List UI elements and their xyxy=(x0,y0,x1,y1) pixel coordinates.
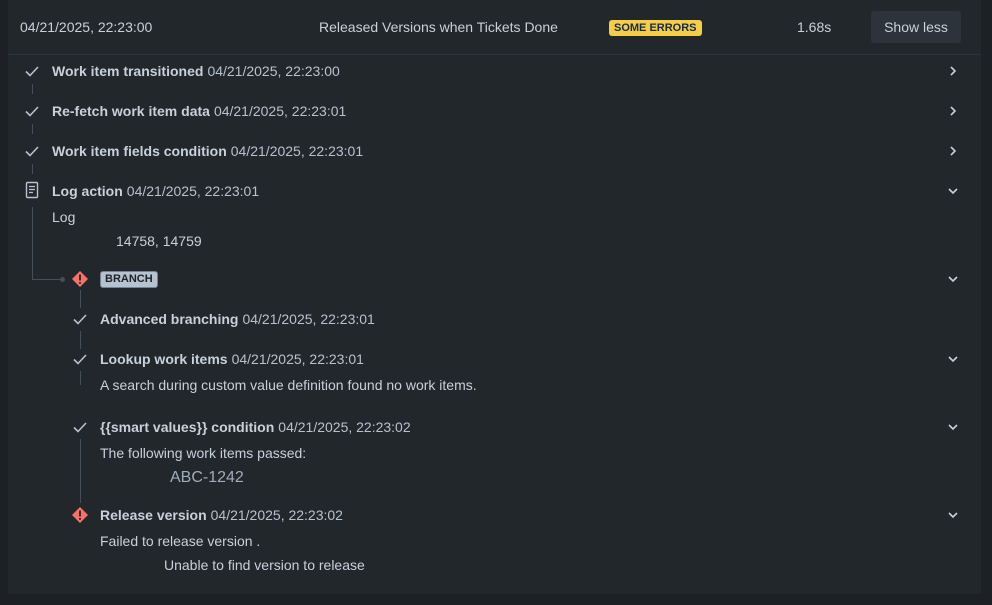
chevron-right-icon[interactable] xyxy=(947,145,959,157)
audit-log-header[interactable]: 04/21/2025, 22:23:00 Released Versions w… xyxy=(8,0,981,55)
step-name: Work item fields condition xyxy=(52,143,227,159)
connector-line xyxy=(80,331,81,349)
check-icon xyxy=(73,314,87,325)
step-title: Lookup work items 04/21/2025, 22:23:01 xyxy=(100,351,364,367)
document-icon xyxy=(25,181,39,199)
step-name: Release version xyxy=(100,507,207,523)
chevron-down-icon[interactable] xyxy=(947,185,959,197)
error-icon xyxy=(72,271,88,287)
step-time: 04/21/2025, 22:23:01 xyxy=(230,143,364,159)
step-message: Failed to release version . xyxy=(100,533,261,549)
step-message: The following work items passed: xyxy=(100,445,307,461)
step-time: 04/21/2025, 22:23:01 xyxy=(126,183,260,199)
step-time: 04/21/2025, 22:23:01 xyxy=(242,311,375,327)
rule-name: Released Versions when Tickets Done xyxy=(319,19,558,35)
step-time: 04/21/2025, 22:23:01 xyxy=(231,351,364,367)
check-icon xyxy=(25,106,39,117)
connector-line xyxy=(80,290,81,308)
step-time: 04/21/2025, 22:23:00 xyxy=(207,63,340,79)
step-name: {{smart values}} condition xyxy=(100,419,275,435)
chevron-right-icon[interactable] xyxy=(947,65,959,77)
step-title: Re-fetch work item data 04/21/2025, 22:23… xyxy=(52,103,346,119)
step-title: Work item fields condition 04/21/2025, 22… xyxy=(52,143,363,159)
check-icon xyxy=(25,66,39,77)
step-name: Work item transitioned xyxy=(52,63,204,79)
chevron-down-icon[interactable] xyxy=(947,353,959,365)
check-icon xyxy=(73,422,87,433)
step-time: 04/21/2025, 22:23:02 xyxy=(278,419,411,435)
audit-log-panel: 04/21/2025, 22:23:00 Released Versions w… xyxy=(8,0,981,594)
chevron-down-icon[interactable] xyxy=(947,421,959,433)
check-icon xyxy=(73,354,87,365)
step-title: Advanced branching 04/21/2025, 22:23:01 xyxy=(100,311,375,327)
error-icon xyxy=(72,507,88,523)
step-title: Log action 04/21/2025, 22:23:01 xyxy=(52,183,259,199)
show-less-button[interactable]: Show less xyxy=(871,11,961,43)
connector-line xyxy=(32,164,33,174)
step-time: 04/21/2025, 22:23:01 xyxy=(213,103,347,119)
connector-line xyxy=(80,371,81,385)
step-title: {{smart values}} condition 04/21/2025, 22… xyxy=(100,419,411,435)
step-name: Advanced branching xyxy=(100,311,239,327)
step-time: 04/21/2025, 22:23:02 xyxy=(210,507,343,523)
connector-line xyxy=(32,279,62,280)
execution-date: 04/21/2025, 22:23:00 xyxy=(20,19,153,35)
chevron-down-icon[interactable] xyxy=(947,273,959,285)
chevron-down-icon[interactable] xyxy=(947,509,959,521)
branch-badge: BRANCH xyxy=(100,271,158,288)
step-error-detail: Unable to find version to release xyxy=(164,557,365,573)
step-name: Lookup work items xyxy=(100,351,228,367)
step-message: A search during custom value definition … xyxy=(100,377,477,393)
connector-line xyxy=(32,124,33,134)
connector-line xyxy=(32,207,33,279)
chevron-right-icon[interactable] xyxy=(947,105,959,117)
check-icon xyxy=(25,146,39,157)
step-name: Re-fetch work item data xyxy=(52,103,210,119)
status-badge: SOME ERRORS xyxy=(609,20,702,36)
log-label: Log xyxy=(52,209,76,225)
step-title: Work item transitioned 04/21/2025, 22:23:… xyxy=(52,63,340,79)
log-value: 14758, 14759 xyxy=(116,233,202,249)
connector-dot xyxy=(60,277,65,282)
execution-duration: 1.68s xyxy=(797,19,832,35)
connector-line xyxy=(80,439,81,503)
step-name: Log action xyxy=(52,183,123,199)
connector-line xyxy=(32,84,33,94)
work-item-key[interactable]: ABC-1242 xyxy=(170,469,244,487)
step-title: Release version 04/21/2025, 22:23:02 xyxy=(100,507,343,523)
